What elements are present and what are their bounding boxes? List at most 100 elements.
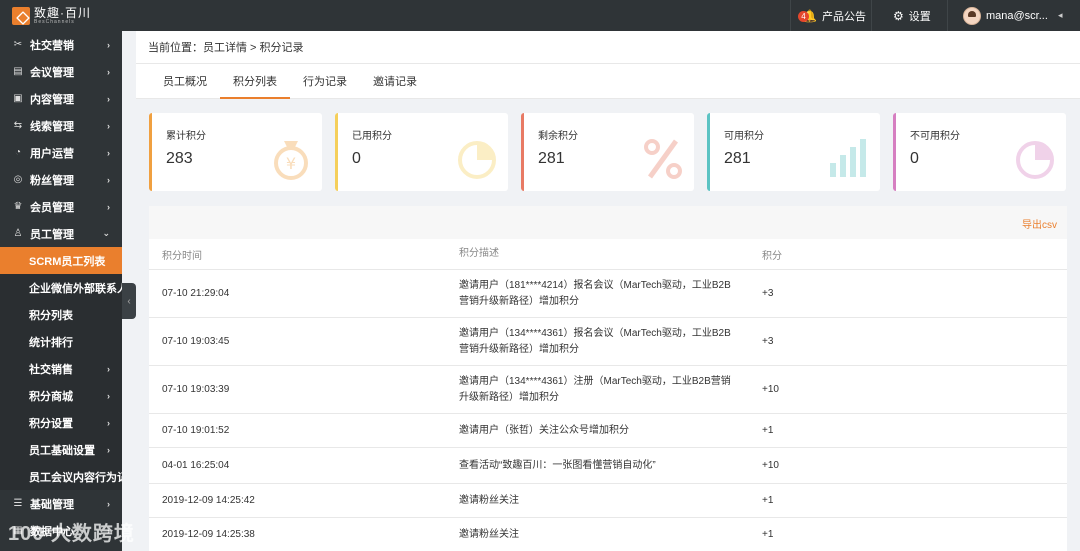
stat-card-label: 可用积分 [724,131,764,142]
table-row: 07-10 19:03:39 邀请用户（134****4361）注册（MarTec… [149,366,1067,414]
stat-card-4: 不可用积分 0 [893,113,1066,191]
sidebar-subitem-label: 企业微信外部联系人 [29,282,122,295]
avatar [963,6,981,25]
table-row: 07-10 21:29:04 邀请用户（181****4214）报名会议（MarT… [149,270,1067,318]
chevron-icon: › [107,147,110,158]
leads-icon: ⇆ [13,120,23,131]
tab-3[interactable]: 邀请记录 [360,64,430,98]
divider [790,0,791,31]
cell-time: 04-01 16:25:04 [162,460,230,471]
pie-chart-icon [1012,135,1058,181]
table-row: 2019-12-09 14:25:38 邀请粉丝关注 +1 [149,518,1067,551]
cell-time: 2019-12-09 14:25:38 [162,529,255,540]
sidebar-item-6[interactable]: ♛ 会员管理 › [0,193,122,220]
logo-title: 致趣·百川 [34,5,91,20]
bar-chart-icon [826,135,872,181]
divider [871,0,872,31]
employee-icon: ♙ [13,228,23,239]
export-csv-button[interactable]: 导出csv [1022,216,1057,231]
chevron-icon: › [107,66,110,77]
card-accent-stripe [149,113,152,191]
sidebar-subitem-label: 积分设置 [29,417,73,430]
table-header: 积分时间 积分描述 积分 [149,239,1067,270]
table-row: 2019-12-09 14:25:42 邀请粉丝关注 +1 [149,484,1067,518]
column-header-points: 积分 [762,250,782,262]
card-accent-stripe [335,113,338,191]
sidebar-subitem-8[interactable]: 员工会议内容行为记 [0,463,122,490]
stat-card-label: 剩余积分 [538,131,578,142]
user-name: mana@scr... [986,9,1048,22]
column-header-time: 积分时间 [162,250,202,262]
sidebar-subitem-5[interactable]: 积分商城 › [0,382,122,409]
sidebar-item-1[interactable]: ▤ 会议管理 › [0,58,122,85]
pie-chart-icon [454,135,500,181]
tab-2[interactable]: 行为记录 [290,64,360,98]
sidebar: ✂ 社交营销 › ▤ 会议管理 › ▣ 内容管理 › ⇆ 线索管理 › ◔ 用户运营 › ◎ 粉丝管理 › ♛ 会员管… [0,31,122,551]
stat-card-label: 不可用积分 [910,131,960,142]
sidebar-subitem-7[interactable]: 员工基础设置 › [0,436,122,463]
announcements-button[interactable]: 🔔 4 产品公告 [798,0,866,31]
sidebar-item-label: 粉丝管理 [30,174,74,187]
sidebar-item-7[interactable]: ♙ 员工管理 ⌄ [0,220,122,247]
cell-description: 邀请粉丝关注 [459,494,519,506]
chevron-icon: › [107,39,110,50]
chevron-right-icon: › [107,363,110,374]
sidebar-subitem-label: 积分列表 [29,309,73,322]
cell-description: 查看活动“致趣百川：一张图看懂营销自动化” [459,459,656,471]
caret-left-icon[interactable]: ◂ [1058,0,1063,31]
cell-points: +1 [762,529,774,540]
sidebar-item-bottom-0[interactable]: ☰ 基础管理 › [0,490,122,517]
content-icon: ▣ [13,93,23,104]
stat-card-1: 已用积分 0 [335,113,508,191]
sidebar-subitem-6[interactable]: 积分设置 › [0,409,122,436]
tab-0[interactable]: 员工概况 [150,64,220,98]
settings-label: 设置 [908,10,931,23]
settings-button[interactable]: ⚙ 设置 [893,0,931,31]
cell-time: 07-10 19:03:45 [162,336,230,347]
logo-subtitle: BesChannels [34,18,75,25]
sidebar-collapse-handle[interactable]: ‹ [122,283,136,319]
table-row: 07-10 19:03:45 邀请用户（134****4361）报名会议（MarT… [149,318,1067,366]
main-content: 当前位置： 员工详情 > 积分记录 员工概况 积分列表 行为记录 邀请记录 累计积分 2… [136,31,1080,551]
sidebar-item-label: 内容管理 [30,93,74,106]
money-bag-icon: ¥ [268,135,314,181]
bell-icon: 🔔 4 [798,9,817,23]
sidebar-item-3[interactable]: ⇆ 线索管理 › [0,112,122,139]
sidebar-item-4[interactable]: ◔ 用户运营 › [0,139,122,166]
sidebar-item-5[interactable]: ◎ 粉丝管理 › [0,166,122,193]
percent-icon [640,135,686,181]
pie-icon: ◔ [14,147,22,158]
sidebar-item-0[interactable]: ✂ 社交营销 › [0,31,122,58]
chevron-icon: › [107,93,110,104]
stat-card-0: 累计积分 283 ¥ [149,113,322,191]
svg-text:¥: ¥ [286,154,296,173]
breadcrumb-path[interactable]: 员工详情 > 积分记录 [203,39,304,55]
sidebar-subitem-0[interactable]: SCRM员工列表 [0,247,122,274]
sidebar-menu: ✂ 社交营销 › ▤ 会议管理 › ▣ 内容管理 › ⇆ 线索管理 › ◔ 用户运营 › ◎ 粉丝管理 › ♛ 会员管… [0,31,122,247]
stat-card-value: 281 [724,150,751,167]
meeting-icon: ▤ [13,66,23,77]
sidebar-item-label: 基础管理 [30,498,74,511]
stat-card-value: 283 [166,150,193,167]
table-row: 04-01 16:25:04 查看活动“致趣百川：一张图看懂营销自动化” +10 [149,448,1067,484]
cell-time: 07-10 21:29:04 [162,288,230,299]
sidebar-item-2[interactable]: ▣ 内容管理 › [0,85,122,112]
sidebar-item-label: 用户运营 [30,147,74,160]
chevron-icon: › [107,498,110,509]
breadcrumb-prefix: 当前位置： [148,42,203,54]
sidebar-subitem-1[interactable]: 企业微信外部联系人 [0,274,122,301]
brand-logo[interactable]: 致趣·百川 BesChannels [12,4,91,27]
cell-points: +10 [762,460,779,471]
cell-points: +1 [762,495,774,506]
sidebar-submenu: SCRM员工列表 企业微信外部联系人 积分列表 统计排行 社交销售 › 积分商城 › 积分设置 ›… [0,247,122,490]
tab-1[interactable]: 积分列表 [220,64,290,99]
table-body: 07-10 21:29:04 邀请用户（181****4214）报名会议（MarT… [149,270,1067,551]
sidebar-subitem-3[interactable]: 统计排行 [0,328,122,355]
sidebar-subitem-4[interactable]: 社交销售 › [0,355,122,382]
announcements-label: 产品公告 [821,10,866,23]
stat-card-3: 可用积分 281 [707,113,880,191]
user-menu[interactable]: mana@scr... [963,0,1048,31]
sidebar-subitem-2[interactable]: 积分列表 [0,301,122,328]
card-accent-stripe [707,113,710,191]
crown-icon: ♛ [13,201,23,212]
